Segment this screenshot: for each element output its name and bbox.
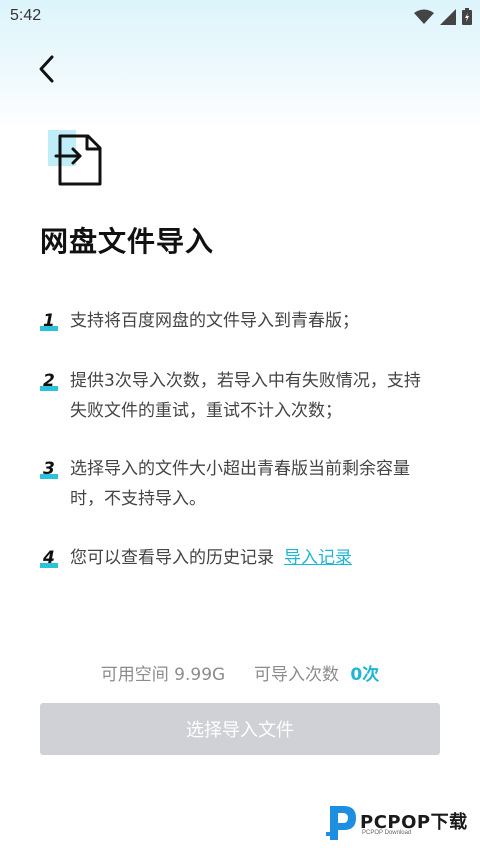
signal-icon xyxy=(440,8,456,25)
status-bar: 5:42 xyxy=(0,0,480,34)
watermark: PCPOP下载 PCPOP Download xyxy=(324,800,474,844)
step-text: 您可以查看导入的历史记录 导入记录 xyxy=(70,543,352,573)
wifi-icon xyxy=(414,9,434,24)
battery-icon xyxy=(462,8,472,25)
step-text-content: 您可以查看导入的历史记录 xyxy=(70,548,274,568)
watermark-sub: PCPOP Download xyxy=(362,830,412,836)
select-import-file-button[interactable]: 选择导入文件 xyxy=(40,703,440,755)
back-button[interactable] xyxy=(30,52,62,86)
step-item: 4 您可以查看导入的历史记录 导入记录 xyxy=(40,543,440,573)
file-import-icon xyxy=(48,130,102,186)
step-item: 3 选择导入的文件大小超出青春版当前剩余容量时，不支持导入。 xyxy=(40,454,440,514)
step-item: 1 支持将百度网盘的文件导入到青春版； xyxy=(40,306,440,336)
step-number: 3 xyxy=(40,454,70,484)
step-text: 提供3次导入次数，若导入中有失败情况，支持失败文件的重试，重试不计入次数； xyxy=(70,371,421,421)
times-value: 0次 xyxy=(350,665,380,685)
space-value: 9.99G xyxy=(174,665,226,685)
space-label: 可用空间 xyxy=(100,665,169,685)
step-number: 4 xyxy=(40,543,70,573)
status-time: 5:42 xyxy=(10,7,42,24)
back-arrow-icon xyxy=(39,55,54,83)
pcpop-logo-icon xyxy=(326,806,356,840)
status-icons xyxy=(414,8,472,25)
import-history-link[interactable]: 导入记录 xyxy=(284,548,352,568)
times-label: 可导入次数 xyxy=(254,665,339,685)
page-title: 网盘文件导入 xyxy=(40,225,215,258)
step-text: 支持将百度网盘的文件导入到青春版； xyxy=(70,311,359,331)
step-number: 1 xyxy=(40,306,70,336)
step-text: 选择导入的文件大小超出青春版当前剩余容量时，不支持导入。 xyxy=(70,459,410,509)
step-item: 2 提供3次导入次数，若导入中有失败情况，支持失败文件的重试，重试不计入次数； xyxy=(40,366,440,426)
quota-info: 可用空间 9.99G 可导入次数 0次 xyxy=(0,660,480,685)
step-number: 2 xyxy=(40,366,70,396)
